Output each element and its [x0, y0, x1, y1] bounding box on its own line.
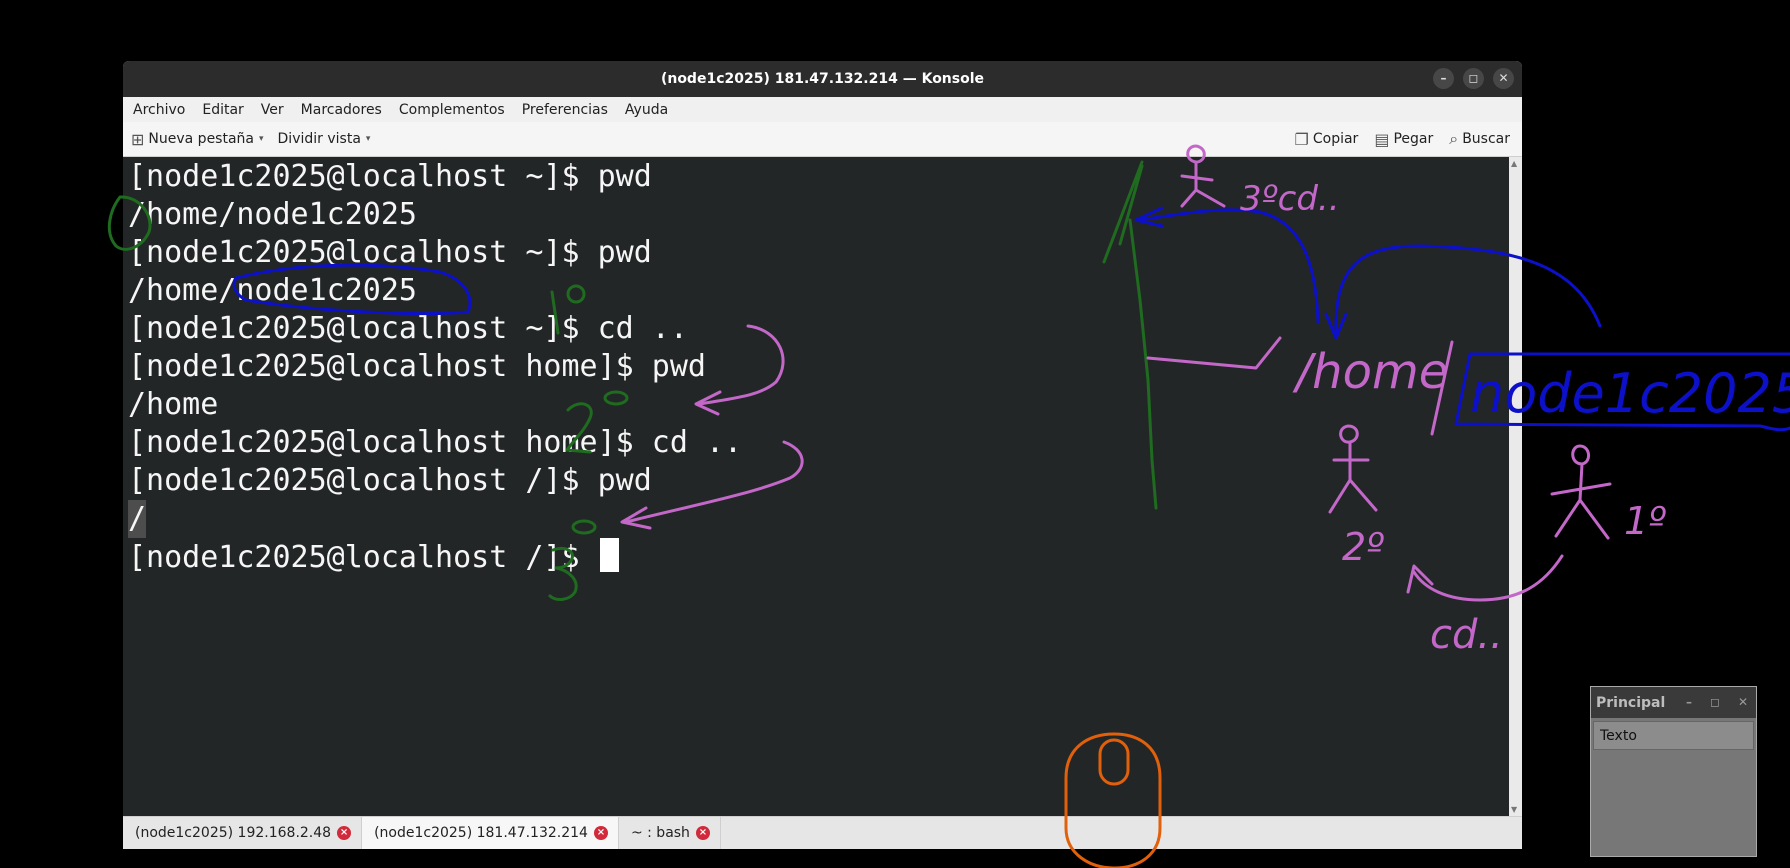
principal-close-button[interactable]: ✕ [1738, 695, 1748, 709]
terminal-line: [node1c2025@localhost ~]$ pwd [128, 159, 652, 194]
terminal-line: [node1c2025@localhost /]$ pwd [128, 463, 652, 498]
terminal-line: [node1c2025@localhost home]$ cd .. [128, 425, 743, 460]
minimize-button[interactable]: – [1433, 68, 1454, 89]
menu-ayuda[interactable]: Ayuda [615, 102, 675, 118]
terminal-line: [node1c2025@localhost home]$ pwd [128, 349, 706, 384]
paste-button[interactable]: ▤ Pegar [1374, 130, 1433, 149]
close-icon[interactable]: × [695, 826, 710, 840]
terminal-line: /home/node1c2025 [128, 197, 417, 232]
scroll-up-icon[interactable]: ▲ [1511, 159, 1517, 168]
terminal-line: /home/node1c2025 [128, 273, 417, 308]
copy-button[interactable]: ❐ Copiar [1295, 130, 1359, 149]
principal-title-bar: Principal – ◻ ✕ [1591, 687, 1756, 718]
tab-label: (node1c2025) 181.47.132.214 [374, 825, 588, 841]
principal-maximize-button[interactable]: ◻ [1710, 695, 1720, 709]
split-view-label: Dividir vista [277, 131, 361, 147]
principal-minimize-button[interactable]: – [1686, 695, 1692, 709]
menu-ver[interactable]: Ver [251, 102, 291, 118]
maximize-button[interactable]: ◻ [1463, 68, 1484, 89]
konsole-window: (node1c2025) 181.47.132.214 — Konsole – … [123, 61, 1522, 849]
tab-label: (node1c2025) 192.168.2.48 [135, 825, 332, 841]
terminal-prompt: [node1c2025@localhost /]$ [128, 540, 598, 575]
tab-bar: (node1c2025) 192.168.2.48 × (node1c2025)… [123, 816, 1522, 849]
chevron-down-icon: ▾ [259, 134, 264, 144]
find-label: Buscar [1462, 131, 1510, 147]
terminal-line: [node1c2025@localhost ~]$ pwd [128, 235, 652, 270]
menu-editar[interactable]: Editar [192, 102, 250, 118]
close-icon[interactable]: × [337, 826, 352, 840]
new-tab-label: Nueva pestaña [148, 131, 254, 147]
new-tab-button[interactable]: ⊞ Nueva pestaña ▾ [131, 130, 264, 149]
terminal-line: /home [128, 387, 219, 422]
principal-title: Principal [1596, 694, 1666, 711]
split-view-button[interactable]: Dividir vista ▾ [278, 131, 371, 147]
tab-181-47-132-214[interactable]: (node1c2025) 181.47.132.214 × [362, 817, 619, 849]
menu-preferencias[interactable]: Preferencias [512, 102, 615, 118]
annot-1-deg: 1º [1624, 499, 1666, 543]
scroll-down-icon[interactable]: ▼ [1511, 805, 1517, 814]
copy-label: Copiar [1312, 131, 1359, 147]
menu-archivo[interactable]: Archivo [123, 102, 192, 118]
tab-192-168-2-48[interactable]: (node1c2025) 192.168.2.48 × [123, 817, 363, 849]
paste-icon: ▤ [1374, 129, 1390, 149]
toolbar: ⊞ Nueva pestaña ▾ Dividir vista ▾ ❐ Copi… [123, 122, 1522, 157]
principal-panel: Principal – ◻ ✕ Texto [1590, 686, 1757, 857]
terminal-area[interactable]: [node1c2025@localhost ~]$ pwd /home/node… [123, 157, 1509, 816]
violet-person-right [1550, 444, 1612, 540]
menu-marcadores[interactable]: Marcadores [291, 102, 389, 118]
text-cursor [599, 538, 619, 572]
window-title: (node1c2025) 181.47.132.214 — Konsole [660, 71, 985, 87]
close-button[interactable]: ✕ [1493, 68, 1514, 89]
search-icon: ⌕ [1449, 129, 1459, 148]
terminal-line-selected: / [128, 500, 147, 538]
principal-item-texto[interactable]: Texto [1593, 721, 1754, 750]
menu-bar: Archivo Editar Ver Marcadores Complement… [123, 97, 1522, 122]
new-tab-icon: ⊞ [131, 129, 145, 149]
tab-bash[interactable]: ~ : bash × [619, 817, 721, 849]
tab-label: ~ : bash [630, 825, 690, 841]
terminal-prompt-line: [node1c2025@localhost /]$ [128, 538, 619, 577]
close-icon[interactable]: × [593, 826, 608, 840]
copy-icon: ❐ [1294, 129, 1309, 149]
find-button[interactable]: ⌕ Buscar [1449, 129, 1510, 149]
menu-complementos[interactable]: Complementos [389, 102, 512, 118]
terminal-scrollbar[interactable]: ▲ ▼ [1509, 157, 1522, 816]
chevron-down-icon: ▾ [365, 134, 371, 144]
title-bar: (node1c2025) 181.47.132.214 — Konsole – … [123, 61, 1522, 97]
terminal-line: [node1c2025@localhost ~]$ cd .. [128, 311, 688, 346]
paste-label: Pegar [1393, 131, 1434, 147]
